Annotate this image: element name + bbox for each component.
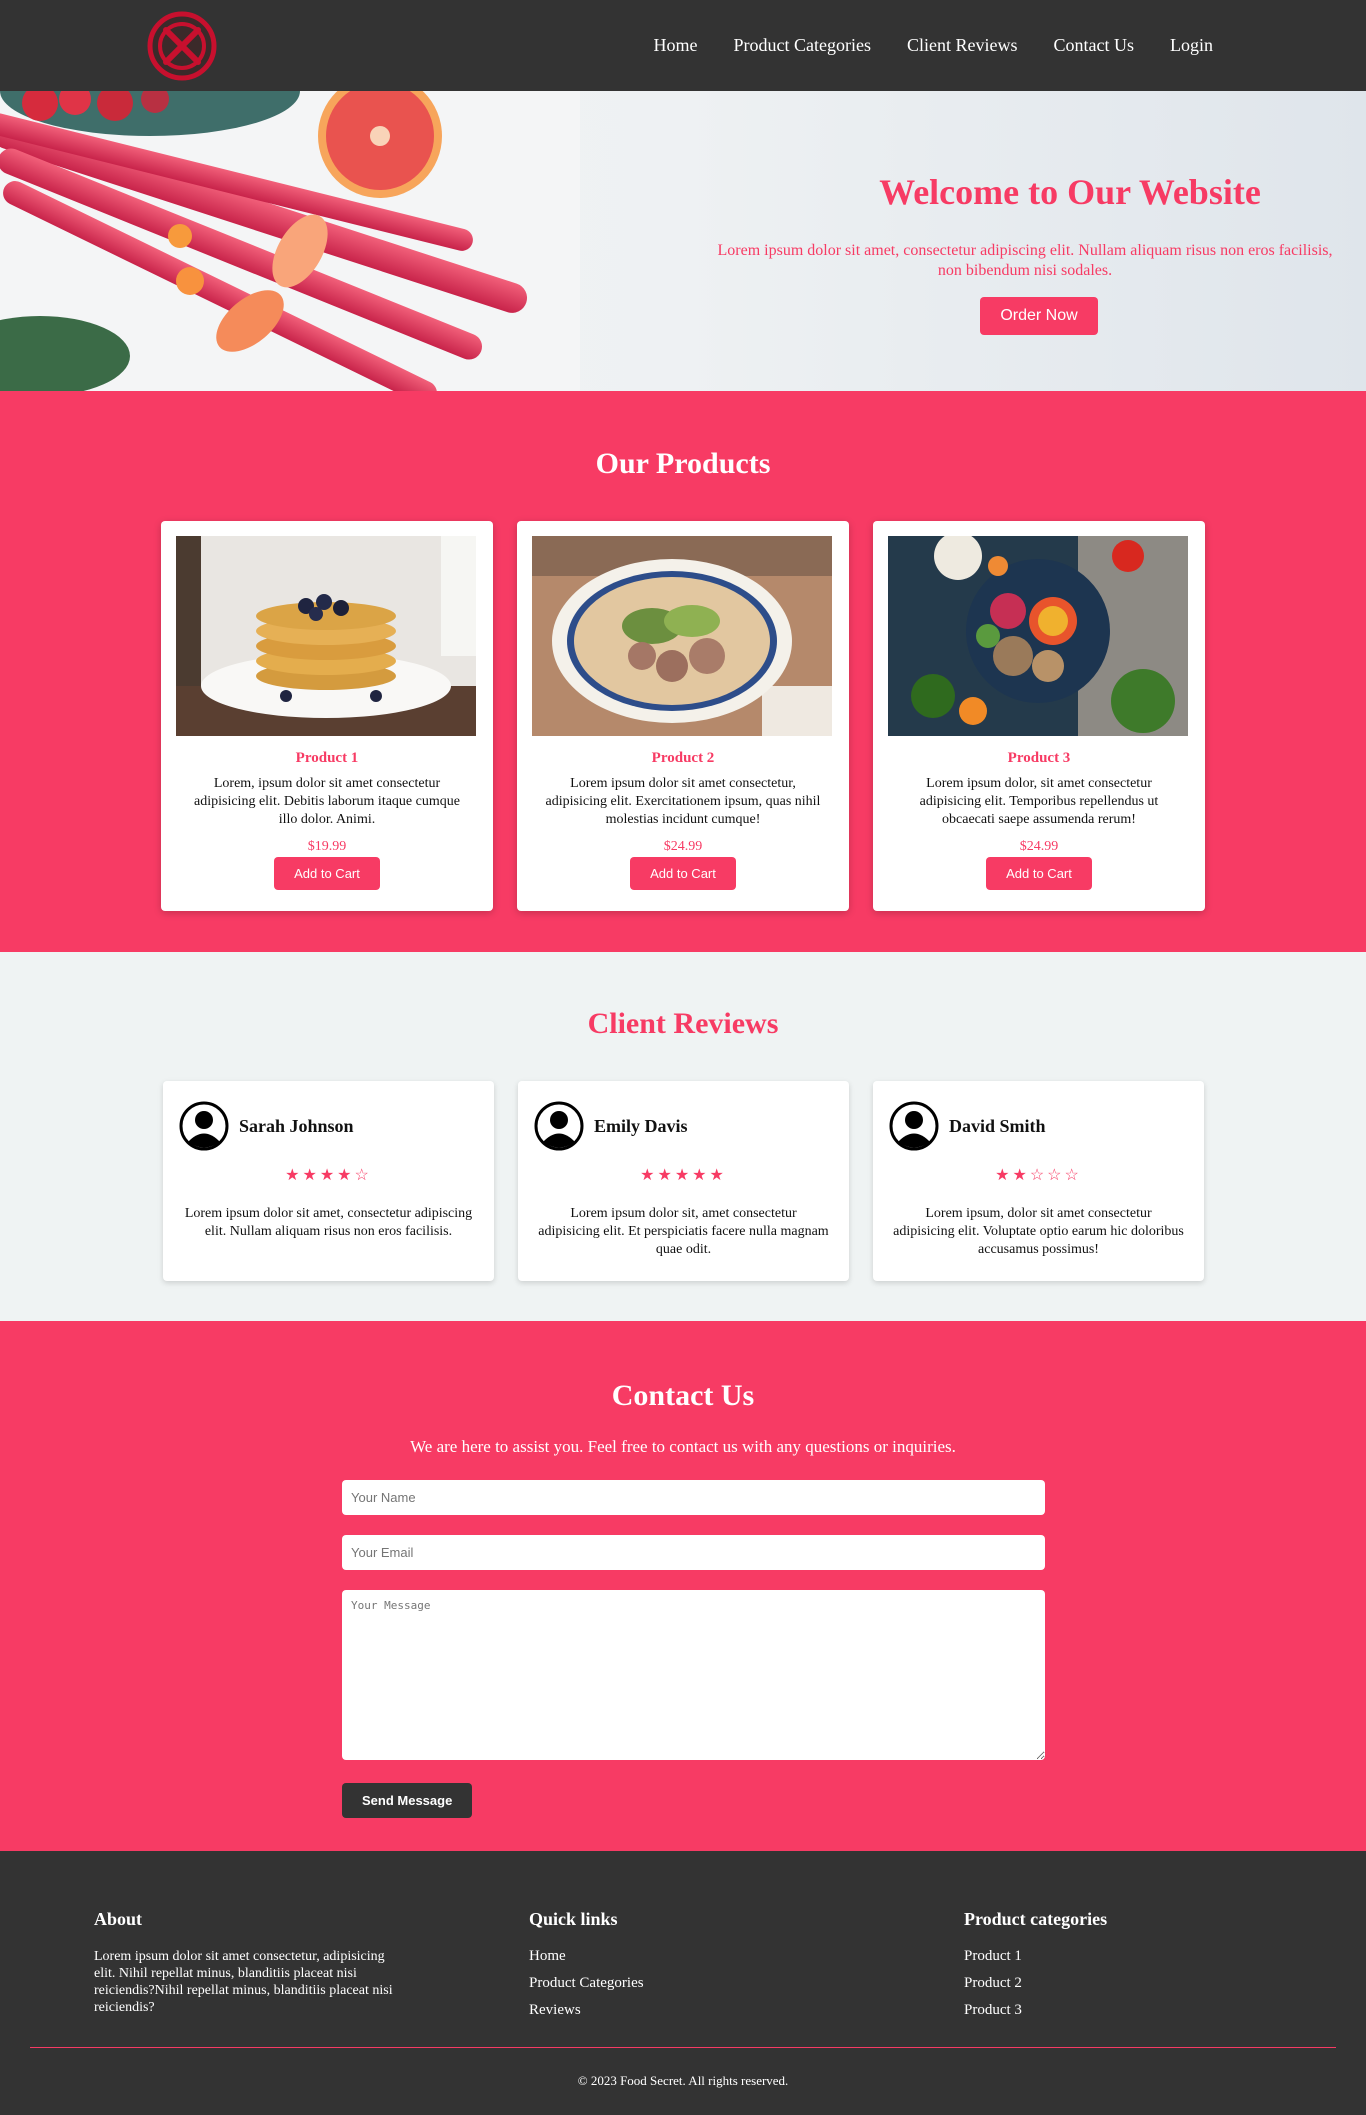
nav-product-categories[interactable]: Product Categories: [734, 35, 871, 56]
user-avatar-icon: [179, 1101, 229, 1151]
star-rating: ★★★★★: [640, 1167, 727, 1184]
nav-login[interactable]: Login: [1170, 35, 1213, 56]
site-footer: About Lorem ipsum dolor sit amet consect…: [0, 1851, 1366, 2115]
footer-product-categories: Product categories Product 1 Product 2 P…: [964, 1909, 1107, 2029]
reviews-section: Client Reviews Sarah Johnson ★★★★☆ Lorem…: [0, 952, 1366, 1321]
review-card: Emily Davis ★★★★★ Lorem ipsum dolor sit,…: [518, 1081, 849, 1281]
hero-subtitle: Lorem ipsum dolor sit amet, consectetur …: [717, 242, 1333, 279]
reviewer-name: David Smith: [949, 1115, 1046, 1136]
product-description: Lorem ipsum dolor, sit amet consectetur …: [919, 776, 1159, 827]
send-message-button[interactable]: Send Message: [342, 1783, 473, 1818]
footer-about: About Lorem ipsum dolor sit amet consect…: [94, 1909, 404, 2016]
product-name: Product 2: [651, 750, 715, 766]
contact-section: Contact Us We are here to assist you. Fe…: [0, 1321, 1366, 1851]
star-rating: ★★☆☆☆: [995, 1167, 1082, 1184]
footer-link-reviews[interactable]: Reviews: [529, 2002, 644, 2019]
user-avatar-icon: [889, 1101, 939, 1151]
main-menu: Home Product Categories Client Reviews C…: [654, 0, 1213, 91]
footer-about-title: About: [94, 1909, 143, 1929]
product-price: $24.99: [663, 839, 703, 854]
footer-link-product-2[interactable]: Product 2: [964, 1975, 1107, 1992]
footer-about-text: Lorem ipsum dolor sit amet consectetur, …: [94, 1949, 393, 2015]
product-description: Lorem, ipsum dolor sit amet consectetur …: [194, 776, 460, 827]
reviewer-name: Emily Davis: [594, 1115, 688, 1136]
product-name: Product 1: [295, 750, 359, 766]
review-text: Lorem ipsum, dolor sit amet consectetur …: [893, 1206, 1184, 1257]
reviewer-name: Sarah Johnson: [239, 1115, 354, 1136]
nav-client-reviews[interactable]: Client Reviews: [907, 35, 1018, 56]
product-grid: Product 1 Lorem, ipsum dolor sit amet co…: [161, 521, 1205, 911]
review-text: Lorem ipsum dolor sit, amet consectetur …: [538, 1206, 829, 1257]
footer-link-product-3[interactable]: Product 3: [964, 2002, 1107, 2019]
review-card: Sarah Johnson ★★★★☆ Lorem ipsum dolor si…: [163, 1081, 494, 1281]
review-header: Sarah Johnson: [179, 1101, 478, 1151]
footer-link-home[interactable]: Home: [529, 1948, 644, 1965]
message-field[interactable]: [342, 1590, 1045, 1760]
add-to-cart-button[interactable]: Add to Cart: [274, 857, 380, 890]
products-section: Our Products Product 1 Lorem, ipsum dolo…: [0, 391, 1366, 952]
email-field[interactable]: [342, 1535, 1045, 1570]
footer-links-title: Quick links: [529, 1909, 618, 1929]
contact-subtitle: We are here to assist you. Feel free to …: [410, 1437, 956, 1456]
pancakes-image: [176, 536, 476, 736]
product-price: $24.99: [1019, 839, 1059, 854]
order-now-button[interactable]: Order Now: [980, 297, 1098, 335]
user-avatar-icon: [534, 1101, 584, 1151]
product-card: Product 2 Lorem ipsum dolor sit amet con…: [517, 521, 849, 911]
footer-divider: [30, 2047, 1336, 2048]
review-text: Lorem ipsum dolor sit amet, consectetur …: [184, 1206, 473, 1239]
product-card: Product 3 Lorem ipsum dolor, sit amet co…: [873, 521, 1205, 911]
hero-banner: Welcome to Our Website Lorem ipsum dolor…: [0, 91, 1366, 391]
hero-food-image: [0, 91, 580, 391]
food-secret-logo[interactable]: [146, 10, 218, 82]
hero-content: Welcome to Our Website Lorem ipsum dolor…: [700, 171, 1350, 335]
hero-title: Welcome to Our Website: [879, 172, 1261, 212]
add-to-cart-button[interactable]: Add to Cart: [986, 857, 1092, 890]
star-rating: ★★★★☆: [285, 1167, 372, 1184]
veggie-bowl-image: [888, 536, 1188, 736]
product-card: Product 1 Lorem, ipsum dolor sit amet co…: [161, 521, 493, 911]
products-title: Our Products: [595, 447, 771, 480]
footer-link-product-categories[interactable]: Product Categories: [529, 1975, 644, 1992]
add-to-cart-button[interactable]: Add to Cart: [630, 857, 736, 890]
contact-title: Contact Us: [611, 1379, 755, 1412]
product-name: Product 3: [1007, 750, 1071, 766]
product-price: $19.99: [307, 839, 347, 854]
footer-link-product-1[interactable]: Product 1: [964, 1948, 1107, 1965]
copyright-text: © 2023 Food Secret. All rights reserved.: [577, 2073, 789, 2088]
review-grid: Sarah Johnson ★★★★☆ Lorem ipsum dolor si…: [163, 1081, 1204, 1281]
nav-home[interactable]: Home: [654, 35, 698, 56]
review-card: David Smith ★★☆☆☆ Lorem ipsum, dolor sit…: [873, 1081, 1204, 1281]
footer-cats-title: Product categories: [964, 1909, 1108, 1929]
contact-form: Send Message: [342, 1480, 1045, 1818]
review-header: David Smith: [889, 1101, 1188, 1151]
top-navbar: Home Product Categories Client Reviews C…: [0, 0, 1366, 91]
name-field[interactable]: [342, 1480, 1045, 1515]
nav-contact-us[interactable]: Contact Us: [1054, 35, 1135, 56]
product-description: Lorem ipsum dolor sit amet consectetur, …: [545, 776, 821, 827]
review-header: Emily Davis: [534, 1101, 833, 1151]
reviews-title: Client Reviews: [587, 1007, 779, 1040]
noodle-soup-image: [532, 536, 832, 736]
footer-quick-links: Quick links Home Product Categories Revi…: [529, 1909, 644, 2029]
